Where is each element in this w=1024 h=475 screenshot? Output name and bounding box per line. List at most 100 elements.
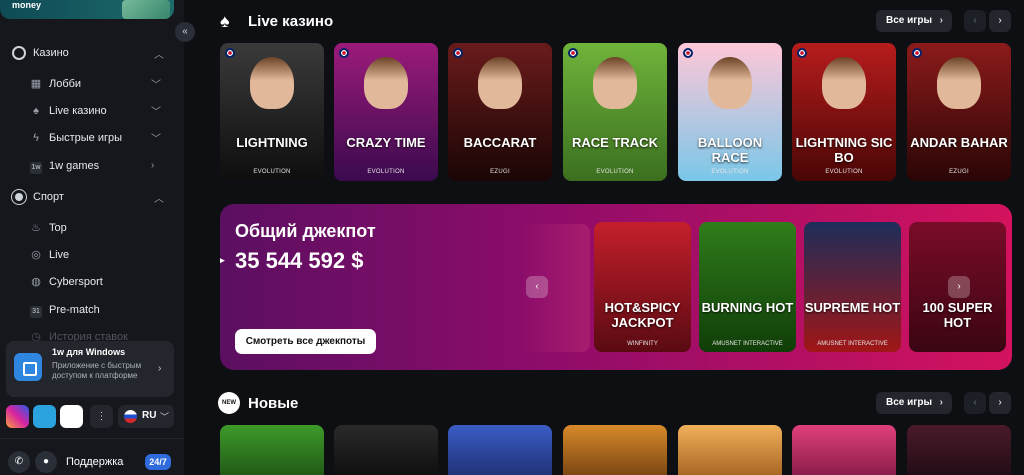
- game-provider: AMUSNET INTERACTIVE: [817, 341, 888, 347]
- new-game-card[interactable]: [220, 425, 324, 475]
- section-sport[interactable]: Спорт ︿: [0, 184, 184, 210]
- game-provider: EZUGI: [490, 169, 510, 175]
- game-title: ANDAR BAHAR: [910, 135, 1008, 150]
- app-root: money Казино ︿ ▦ Лобби ﹀ ♠ Live казино ﹀…: [0, 0, 1024, 475]
- game-title: BACCARAT: [463, 135, 537, 150]
- chevron-down-icon: ﹀: [151, 80, 161, 91]
- new-all-games-button[interactable]: Все игры ›: [876, 392, 952, 414]
- sidebar-item-1w-games[interactable]: 1w 1w games ›: [0, 152, 184, 179]
- jackpot-prev-button[interactable]: ‹: [526, 276, 548, 298]
- sidebar-item-label: Быстрые игры: [49, 131, 123, 144]
- all-games-label: Все игры: [886, 397, 933, 408]
- live-prev-button[interactable]: ‹: [964, 10, 986, 32]
- live-game-card[interactable]: BACCARAT EZUGI: [448, 43, 552, 181]
- live-game-card[interactable]: LIGHTNING SIC BO EVOLUTION: [792, 43, 896, 181]
- dealer-image: [593, 57, 637, 109]
- game-title: HOT&SPICY JACKPOT: [604, 300, 681, 330]
- new-prev-button[interactable]: ‹: [964, 392, 986, 414]
- windows-app-desc: Приложение с быстрым доступом к платформ…: [52, 361, 142, 380]
- jackpot-game-card[interactable]: HOT&SPICY JACKPOT WINFINITY: [594, 222, 691, 352]
- sidebar-item-label: 1w games: [49, 159, 100, 172]
- uk-flag-icon: [225, 48, 235, 58]
- game-title: RACE TRACK: [572, 135, 658, 150]
- game-provider: AMUSNET INTERACTIVE: [712, 341, 783, 347]
- game-provider: EVOLUTION: [367, 169, 405, 175]
- game-provider: WINFINITY: [627, 341, 658, 347]
- live-game-card[interactable]: RACE TRACK EVOLUTION: [563, 43, 667, 181]
- game-title: LIGHTNING: [236, 135, 308, 150]
- sidebar-item-lobby[interactable]: ▦ Лобби ﹀: [0, 70, 184, 97]
- jackpot-game-card[interactable]: SUPREME HOT AMUSNET INTERACTIVE: [804, 222, 901, 352]
- support-link[interactable]: Поддержка: [66, 456, 123, 468]
- calendar-icon: 31: [30, 304, 42, 318]
- sidebar-item-live[interactable]: ◎ Live: [0, 241, 184, 268]
- jackpot-next-button[interactable]: ›: [948, 276, 970, 298]
- chevron-right-icon: ›: [151, 160, 155, 171]
- live-game-card[interactable]: LIGHTNING EVOLUTION: [220, 43, 324, 181]
- sidebar-item-top[interactable]: ♨ Top: [0, 214, 184, 241]
- sidebar-item-label: Live: [49, 248, 70, 261]
- sidebar-item-cybersport[interactable]: ◍ Cybersport: [0, 268, 184, 295]
- section-sport-label: Спорт: [33, 191, 64, 203]
- sidebar-item-fast-games[interactable]: ϟ Быстрые игры ﹀: [0, 124, 184, 151]
- new-games-header: NEW Новые Все игры › ‹ ›: [0, 392, 1024, 414]
- new-game-card[interactable]: [563, 425, 667, 475]
- chevron-right-icon: ›: [158, 363, 162, 374]
- uk-flag-icon: [568, 48, 578, 58]
- sidebar-item-label: Cybersport: [49, 275, 103, 288]
- new-game-card[interactable]: [907, 425, 1011, 475]
- chevron-right-icon: ›: [939, 15, 943, 26]
- sidebar-item-live-casino[interactable]: ♠ Live казино ﹀: [0, 97, 184, 124]
- grid-icon: ▦: [30, 77, 42, 90]
- live-game-card[interactable]: BALLOON RACE EVOLUTION: [678, 43, 782, 181]
- jackpot-game-card[interactable]: BURNING HOT AMUSNET INTERACTIVE: [699, 222, 796, 352]
- game-provider: EVOLUTION: [825, 169, 863, 175]
- live-game-card[interactable]: CRAZY TIME EVOLUTION: [334, 43, 438, 181]
- section-casino[interactable]: Казино ︿: [0, 40, 184, 66]
- chat-icon[interactable]: ●: [35, 451, 57, 473]
- dealer-image: [822, 57, 866, 109]
- new-game-card[interactable]: [678, 425, 782, 475]
- live-casino-title: Live казино: [248, 12, 334, 30]
- dealer-image: [250, 57, 294, 109]
- game-title: 100 SUPER HOT: [922, 300, 993, 330]
- spade-icon: ♠: [33, 104, 39, 117]
- live-game-card[interactable]: ANDAR BAHAR EZUGI: [907, 43, 1011, 181]
- new-game-card[interactable]: [448, 425, 552, 475]
- jackpot-title: Общий джекпот: [235, 221, 376, 241]
- live-next-button[interactable]: ›: [989, 10, 1011, 32]
- new-next-button[interactable]: ›: [989, 392, 1011, 414]
- sidebar-item-label: Live казино: [49, 104, 107, 117]
- uk-flag-icon: [453, 48, 463, 58]
- phone-icon[interactable]: ✆: [8, 451, 30, 473]
- all-games-label: Все игры: [886, 15, 933, 26]
- spade-icon: ♠: [220, 11, 230, 31]
- uk-flag-icon: [797, 48, 807, 58]
- view-all-jackpots-button[interactable]: Смотреть все джекпоты: [235, 329, 376, 354]
- gear-icon: [12, 46, 26, 60]
- new-game-card[interactable]: [334, 425, 438, 475]
- 1w-icon: 1w: [30, 160, 42, 174]
- windows-app-card[interactable]: 1w для Windows Приложение с быстрым дост…: [6, 341, 174, 397]
- dealer-image: [478, 57, 522, 109]
- windows-app-title: 1w для Windows: [52, 347, 126, 357]
- sidebar-item-label: Top: [49, 221, 67, 234]
- dealer-image: [937, 57, 981, 109]
- section-casino-label: Казино: [33, 47, 69, 59]
- new-game-card[interactable]: [792, 425, 896, 475]
- sidebar-item-label: Лобби: [49, 77, 82, 90]
- windows-app-icon: [14, 353, 42, 381]
- new-games-title: Новые: [248, 394, 299, 412]
- chevron-down-icon: ﹀: [151, 107, 161, 118]
- uk-flag-icon: [683, 48, 693, 58]
- game-title: LIGHTNING SIC BO: [795, 135, 893, 165]
- game-provider: EZUGI: [949, 169, 969, 175]
- play-icon: ▶: [220, 255, 225, 265]
- live-casino-header: ♠ Live казино Все игры › ‹ ›: [0, 10, 1024, 32]
- live-all-games-button[interactable]: Все игры ›: [876, 10, 952, 32]
- sidebar-item-pre-match[interactable]: 31 Pre-match: [0, 296, 184, 323]
- chevron-up-icon: ︿: [154, 49, 164, 61]
- collapse-sidebar-button[interactable]: «: [175, 22, 195, 42]
- game-provider: EVOLUTION: [596, 169, 634, 175]
- dealer-image: [364, 57, 408, 109]
